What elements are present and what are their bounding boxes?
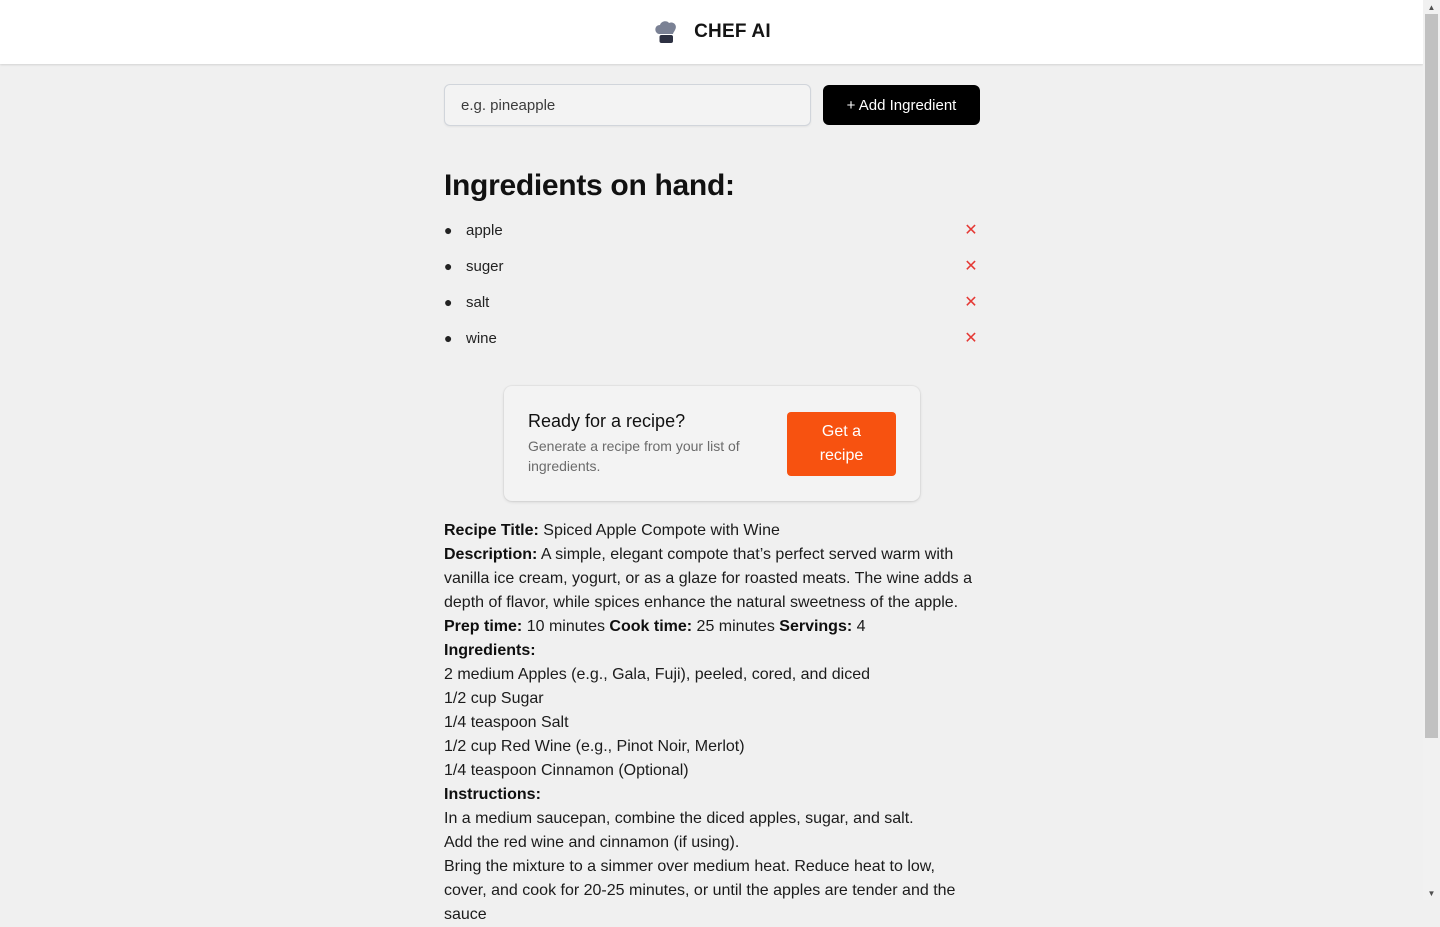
get-recipe-card: Ready for a recipe? Generate a recipe fr… xyxy=(504,386,920,501)
recipe-ingredients-label: Ingredients: xyxy=(444,642,536,659)
main-content: + Add Ingredient Ingredients on hand: ● … xyxy=(444,64,980,927)
add-ingredient-form: + Add Ingredient xyxy=(444,84,980,126)
recipe-ingredient-line: 1/4 teaspoon Salt xyxy=(444,714,569,731)
ingredient-item: ● suger ✕ xyxy=(444,248,980,284)
recipe-instruction-line: In a medium saucepan, combine the diced … xyxy=(444,810,914,827)
remove-icon[interactable]: ✕ xyxy=(962,293,980,311)
ingredient-name: apple xyxy=(466,221,503,239)
recipe-title-label: Recipe Title: xyxy=(444,522,539,539)
recipe-ingredients-heading: Ingredients: xyxy=(444,639,980,663)
ingredient-item: ● apple ✕ xyxy=(444,212,980,248)
scrollbar-thumb[interactable] xyxy=(1425,14,1438,738)
ingredient-input[interactable] xyxy=(444,84,811,126)
recipe-ingredient-line: 1/2 cup Red Wine (e.g., Pinot Noir, Merl… xyxy=(444,738,745,755)
recipe-instruction-line: Bring the mixture to a simmer over mediu… xyxy=(444,858,956,923)
ingredient-name: salt xyxy=(466,293,490,311)
recipe-title: Spiced Apple Compote with Wine xyxy=(543,522,780,539)
recipe-ingredient-line: 1/4 teaspoon Cinnamon (Optional) xyxy=(444,762,689,779)
ingredients-heading: Ingredients on hand: xyxy=(444,169,735,202)
recipe-ingredient-line: 2 medium Apples (e.g., Gala, Fuji), peel… xyxy=(444,666,871,683)
ingredient-item: ● wine ✕ xyxy=(444,320,980,356)
servings: 4 xyxy=(856,618,866,635)
ingredient-item: ● salt ✕ xyxy=(444,284,980,320)
cta-title: Ready for a recipe? xyxy=(528,411,686,431)
cook-time: 25 minutes xyxy=(696,618,775,635)
scroll-down-icon[interactable]: ▼ xyxy=(1423,886,1440,900)
get-recipe-button[interactable]: Get a recipe xyxy=(787,411,896,476)
remove-icon[interactable]: ✕ xyxy=(962,257,980,275)
prep-time: 10 minutes xyxy=(526,618,605,635)
bullet-icon: ● xyxy=(444,222,453,238)
ingredient-name: suger xyxy=(466,257,504,275)
bullet-icon: ● xyxy=(444,330,453,346)
recipe-instruction-line: Add the red wine and cinnamon (if using)… xyxy=(444,834,740,851)
cta-text: Ready for a recipe? Generate a recipe fr… xyxy=(528,411,758,476)
recipe-ingredient-line: 1/2 cup Sugar xyxy=(444,690,544,707)
bullet-icon: ● xyxy=(444,258,453,274)
page-scrollbar[interactable]: ▲ ▼ xyxy=(1423,0,1440,900)
cta-subtitle: Generate a recipe from your list of ingr… xyxy=(528,438,740,474)
remove-icon[interactable]: ✕ xyxy=(962,221,980,239)
add-ingredient-button[interactable]: + Add Ingredient xyxy=(823,85,980,125)
recipe-instructions-heading: Instructions: xyxy=(444,783,980,807)
servings-label: Servings: xyxy=(779,618,853,635)
remove-icon[interactable]: ✕ xyxy=(962,329,980,347)
recipe-instructions-label: Instructions: xyxy=(444,786,541,803)
ingredients-list: ● apple ✕ ● suger ✕ ● salt ✕ ● wine ✕ xyxy=(444,212,980,356)
recipe-description-line: Description: A simple, elegant compote t… xyxy=(444,543,980,615)
scroll-up-icon[interactable]: ▲ xyxy=(1423,0,1440,14)
cook-time-label: Cook time: xyxy=(609,618,693,635)
app-header: CHEF AI xyxy=(0,0,1423,64)
recipe-output: Recipe Title: Spiced Apple Compote with … xyxy=(444,519,980,927)
recipe-times-line: Prep time: 10 minutes Cook time: 25 minu… xyxy=(444,615,980,639)
bullet-icon: ● xyxy=(444,294,453,310)
recipe-title-line: Recipe Title: Spiced Apple Compote with … xyxy=(444,519,980,543)
ingredient-name: wine xyxy=(466,329,497,347)
app-title: CHEF AI xyxy=(694,21,771,42)
chef-hat-icon xyxy=(652,18,680,46)
prep-time-label: Prep time: xyxy=(444,618,523,635)
recipe-description-label: Description: xyxy=(444,546,538,563)
